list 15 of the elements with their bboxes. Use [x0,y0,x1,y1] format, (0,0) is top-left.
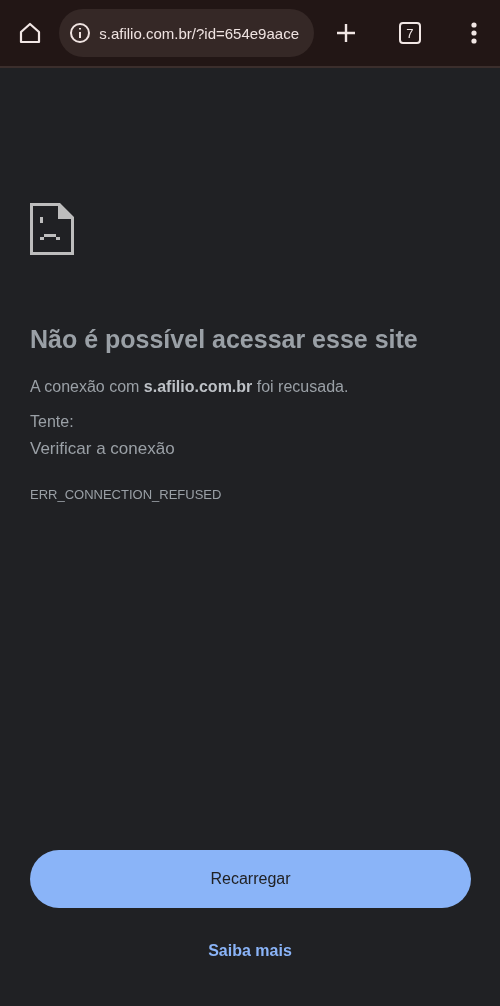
more-icon [471,22,478,44]
error-message: A conexão com s.afilio.com.br foi recusada. [30,378,350,396]
sad-page-icon [30,203,74,255]
plus-icon [334,22,357,44]
address-bar[interactable]: s.afilio.com.br/?id=654e9aace [59,9,314,57]
tab-switcher-button[interactable]: 7 [399,22,421,44]
url-text: s.afilio.com.br/?id=654e9aace [99,24,299,42]
learn-more-link[interactable]: Saiba mais [208,942,292,960]
suggestion-text: Verificar a conexão [30,439,176,459]
reload-button[interactable]: Recarregar [30,850,471,908]
error-title: Não é possível acessar esse site [30,325,419,354]
error-code: ERR_CONNECTION_REFUSED [30,487,223,502]
home-icon [17,21,42,45]
info-icon [69,22,92,44]
try-label: Tente: [30,413,75,431]
